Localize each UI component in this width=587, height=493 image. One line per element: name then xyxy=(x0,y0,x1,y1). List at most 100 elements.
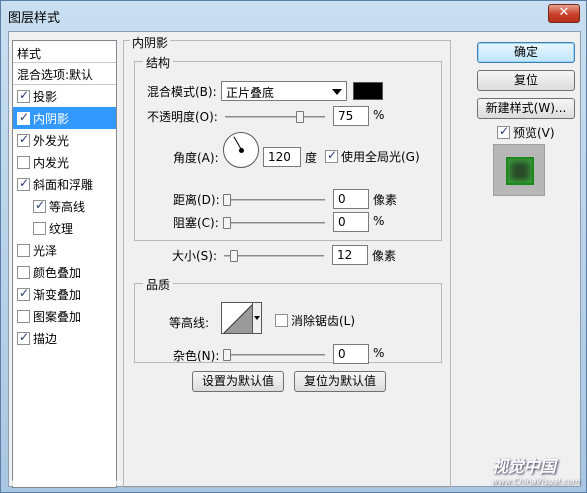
style-item-checkbox[interactable] xyxy=(17,266,30,279)
style-item-checkbox[interactable] xyxy=(17,244,30,257)
dialog-title: 图层样式 xyxy=(8,11,61,26)
style-item-checkbox[interactable] xyxy=(33,222,46,235)
ok-button[interactable]: 确定 xyxy=(477,42,575,63)
choke-slider[interactable] xyxy=(223,217,325,229)
choke-unit: % xyxy=(373,214,385,228)
noise-input[interactable]: 0 xyxy=(333,344,369,364)
style-item[interactable]: 等高线 xyxy=(13,195,116,217)
angle-unit: 度 xyxy=(305,151,318,165)
size-unit: 像素 xyxy=(372,249,397,263)
style-item[interactable]: 渐变叠加 xyxy=(13,283,116,305)
watermark-logo: 视觉中国 www.ChinaVisual.com xyxy=(492,453,580,486)
opacity-label: 不透明度(O): xyxy=(147,110,218,124)
watermark-left: www.ChinaVisual.com xyxy=(11,478,122,489)
size-slider[interactable] xyxy=(224,250,324,262)
styles-list: 样式 混合选项:默认 投影内阴影外发光内发光斜面和浮雕等高线纹理光泽颜色叠加渐变… xyxy=(12,40,117,488)
style-item-label: 内阴影 xyxy=(33,112,70,126)
quality-legend: 品质 xyxy=(143,276,174,293)
distance-unit: 像素 xyxy=(373,193,398,207)
size-input[interactable]: 12 xyxy=(332,245,368,265)
title-bar: 图层样式 ✕ xyxy=(1,1,586,29)
style-item-label: 内发光 xyxy=(33,156,70,170)
contour-preview[interactable] xyxy=(221,302,253,334)
style-item-checkbox[interactable] xyxy=(17,132,30,147)
angle-label: 角度(A): xyxy=(173,151,219,165)
preview-option[interactable]: 预览(V) xyxy=(497,124,555,141)
close-button[interactable]: ✕ xyxy=(548,4,580,23)
opacity-unit: % xyxy=(373,108,385,122)
style-item-checkbox[interactable] xyxy=(33,198,46,213)
antialias-checkbox[interactable] xyxy=(275,314,288,327)
style-item-checkbox[interactable] xyxy=(17,156,30,169)
angle-dial-center xyxy=(239,148,244,153)
distance-slider-thumb[interactable] xyxy=(223,194,231,206)
reset-default-button[interactable]: 复位为默认值 xyxy=(294,371,386,392)
reset-button[interactable]: 复位 xyxy=(477,70,575,91)
choke-slider-thumb[interactable] xyxy=(223,217,231,229)
style-item[interactable]: 光泽 xyxy=(13,239,116,261)
global-light-option[interactable]: 使用全局光(G) xyxy=(325,148,420,165)
angle-input[interactable]: 120 xyxy=(263,147,301,167)
style-item[interactable]: 内发光 xyxy=(13,151,116,173)
choke-input[interactable]: 0 xyxy=(333,212,369,232)
layer-style-dialog: 图层样式 ✕ 样式 混合选项:默认 投影内阴影外发光内发光斜面和浮雕等高线纹理光… xyxy=(0,0,587,493)
style-item-label: 渐变叠加 xyxy=(33,288,82,302)
noise-slider[interactable] xyxy=(223,349,325,361)
antialias-option[interactable]: 消除锯齿(L) xyxy=(275,312,355,329)
style-item-checkbox[interactable] xyxy=(17,88,30,103)
style-item-checkbox[interactable] xyxy=(17,176,30,191)
style-item-label: 外发光 xyxy=(33,134,70,148)
angle-dial[interactable] xyxy=(223,132,259,168)
preview-shape xyxy=(506,157,534,185)
style-item[interactable]: 纹理 xyxy=(13,217,116,239)
panel-title: 内阴影 xyxy=(130,34,171,51)
style-item[interactable]: 描边 xyxy=(13,327,116,349)
set-default-button[interactable]: 设置为默认值 xyxy=(192,371,284,392)
shadow-color-swatch[interactable] xyxy=(353,82,383,100)
style-item[interactable]: 斜面和浮雕 xyxy=(13,173,116,195)
noise-label: 杂色(N): xyxy=(173,349,220,363)
styles-header[interactable]: 样式 xyxy=(13,41,116,63)
blend-mode-select[interactable]: 正片叠底 xyxy=(221,81,347,101)
blend-options-item[interactable]: 混合选项:默认 xyxy=(13,63,116,85)
blend-mode-label: 混合模式(B): xyxy=(147,85,217,99)
style-item[interactable]: 图案叠加 xyxy=(13,305,116,327)
opacity-slider-thumb[interactable] xyxy=(296,111,304,123)
choke-label: 阻塞(C): xyxy=(173,216,219,230)
noise-slider-thumb[interactable] xyxy=(223,349,231,361)
style-preview-thumbnail xyxy=(493,144,545,196)
style-item[interactable]: 外发光 xyxy=(13,129,116,151)
style-item-checkbox[interactable] xyxy=(17,330,30,345)
preview-checkbox[interactable] xyxy=(497,124,510,139)
style-item[interactable]: 颜色叠加 xyxy=(13,261,116,283)
style-item-checkbox[interactable] xyxy=(17,310,30,323)
distance-input[interactable]: 0 xyxy=(333,189,369,209)
new-style-button[interactable]: 新建样式(W)... xyxy=(477,98,575,119)
watermark-logo-url: www.ChinaVisual.com xyxy=(491,477,580,486)
contour-label: 等高线: xyxy=(169,316,210,330)
antialias-label: 消除锯齿(L) xyxy=(291,314,356,328)
quality-box: 品质 等高线: 消除锯齿(L) 杂色(N): 0 % xyxy=(134,276,442,364)
watermark-logo-text: 视觉中国 xyxy=(491,457,556,476)
style-item-label: 描边 xyxy=(33,332,58,346)
blend-mode-value: 正片叠底 xyxy=(226,86,275,100)
global-light-checkbox[interactable] xyxy=(325,148,338,163)
structure-group: 结构 混合模式(B): 正片叠底 不透明度(O): 75 % 角度(A): 12… xyxy=(134,54,442,241)
style-item-label: 纹理 xyxy=(49,222,74,236)
style-item-label: 光泽 xyxy=(33,244,58,258)
global-light-label: 使用全局光(G) xyxy=(341,150,420,164)
chevron-down-icon xyxy=(332,89,342,95)
style-item-checkbox[interactable] xyxy=(17,286,30,301)
noise-unit: % xyxy=(373,346,385,360)
opacity-input[interactable]: 75 xyxy=(333,106,369,126)
style-item-label: 颜色叠加 xyxy=(33,266,82,280)
inner-shadow-panel: 内阴影 结构 混合模式(B): 正片叠底 不透明度(O): 75 % 角度(A)… xyxy=(123,34,451,488)
style-item[interactable]: 内阴影 xyxy=(13,107,116,129)
contour-dropdown-button[interactable] xyxy=(252,302,262,334)
distance-slider[interactable] xyxy=(223,194,325,206)
size-slider-thumb[interactable] xyxy=(230,250,238,262)
style-item-checkbox[interactable] xyxy=(17,110,30,125)
structure-legend: 结构 xyxy=(143,54,174,71)
opacity-slider[interactable] xyxy=(225,111,325,123)
style-item[interactable]: 投影 xyxy=(13,85,116,107)
